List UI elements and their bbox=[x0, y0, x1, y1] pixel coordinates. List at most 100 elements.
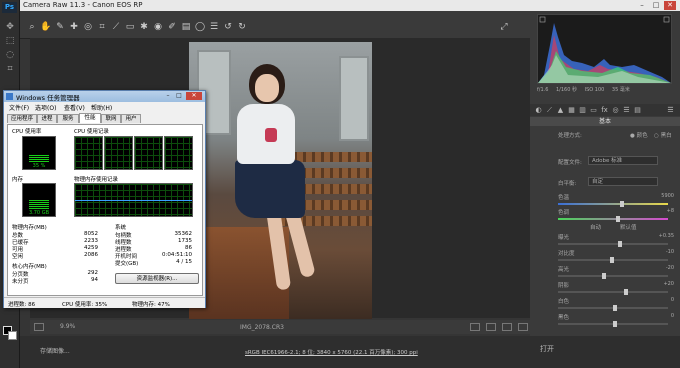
targeted-adjustment-icon[interactable]: ◎ bbox=[82, 22, 94, 32]
slider-value[interactable]: -10 bbox=[650, 249, 674, 256]
tab-services[interactable]: 服务 bbox=[57, 114, 79, 123]
slider-thumb[interactable] bbox=[613, 321, 617, 327]
treatment-bw-option[interactable]: ○ 黑白 bbox=[654, 131, 672, 139]
hand-tool-icon[interactable]: ✋ bbox=[40, 22, 52, 32]
photo-skirt bbox=[235, 160, 305, 218]
preferences-icon[interactable]: ☰ bbox=[208, 22, 220, 32]
minimize-button[interactable]: – bbox=[636, 1, 648, 10]
slider-label: 阴影 bbox=[558, 283, 570, 289]
close-button[interactable]: ✕ bbox=[664, 1, 676, 10]
basic-panel-icon[interactable]: ◐ bbox=[534, 105, 543, 115]
zoom-out-button[interactable] bbox=[34, 323, 44, 331]
rotate-right-icon[interactable]: ↻ bbox=[236, 22, 248, 32]
slider-value[interactable]: +8 bbox=[650, 208, 674, 215]
save-image-button[interactable]: 存储图像... bbox=[40, 346, 78, 356]
white-balance-select[interactable]: 自定 bbox=[588, 177, 658, 186]
temperature-slider[interactable] bbox=[558, 201, 668, 207]
slider-thumb[interactable] bbox=[616, 216, 620, 222]
tone-curve-icon[interactable]: ⟋ bbox=[545, 105, 554, 115]
shadows-slider[interactable] bbox=[558, 289, 668, 295]
menu-view[interactable]: 查看(V) bbox=[64, 103, 85, 112]
crop-icon[interactable]: ⌗ bbox=[4, 64, 16, 74]
highlights-slider[interactable] bbox=[558, 273, 668, 279]
slider-thumb[interactable] bbox=[610, 257, 614, 263]
menu-file[interactable]: 文件(F) bbox=[9, 103, 29, 112]
slider-value[interactable]: 0 bbox=[650, 297, 674, 304]
fullscreen-icon[interactable]: ⤢ bbox=[498, 22, 510, 32]
tab-applications[interactable]: 应用程序 bbox=[7, 114, 37, 123]
tm-minimize-button[interactable]: – bbox=[163, 92, 173, 100]
slider-value[interactable]: +0.35 bbox=[650, 233, 674, 240]
background-color-swatch[interactable] bbox=[8, 331, 17, 340]
slider-thumb[interactable] bbox=[613, 305, 617, 311]
zoom-level[interactable]: 9.9% bbox=[60, 323, 75, 330]
slider-value[interactable]: +20 bbox=[650, 281, 674, 288]
auto-button[interactable]: 自动 bbox=[590, 223, 601, 231]
cpu-usage-meter: 35 % bbox=[22, 136, 56, 170]
slider-thumb[interactable] bbox=[602, 273, 606, 279]
kernel-memory-row-label: 未分页 bbox=[12, 279, 29, 285]
slider-value[interactable]: 5900 bbox=[650, 193, 674, 200]
radial-filter-icon[interactable]: ◯ bbox=[194, 22, 206, 32]
move-icon[interactable]: ✥ bbox=[4, 22, 16, 32]
memory-meter: 3.70 GB bbox=[22, 183, 56, 217]
slider-thumb[interactable] bbox=[624, 289, 628, 295]
tint-slider[interactable] bbox=[558, 216, 668, 222]
profile-select[interactable]: Adobe 标准 bbox=[588, 156, 658, 165]
contrast-slider[interactable] bbox=[558, 257, 668, 263]
before-after-button[interactable] bbox=[470, 323, 480, 331]
system-row-value: 1735 bbox=[178, 238, 192, 244]
slider-value[interactable]: -20 bbox=[650, 265, 674, 272]
tab-processes[interactable]: 进程 bbox=[37, 114, 57, 123]
detail-icon[interactable]: ▲ bbox=[556, 105, 565, 115]
slider-label: 高光 bbox=[558, 267, 570, 273]
white-balance-tool-icon[interactable]: ✎ bbox=[54, 22, 66, 32]
whites-slider[interactable] bbox=[558, 305, 668, 311]
workflow-options-link[interactable]: sRGB IEC61966-2.1; 8 位; 3840 x 5760 (22.… bbox=[245, 348, 418, 356]
lens-corrections-icon[interactable]: ▭ bbox=[589, 105, 598, 115]
tab-networking[interactable]: 联网 bbox=[101, 114, 121, 123]
lasso-icon[interactable]: ◌ bbox=[4, 50, 16, 60]
maximize-button[interactable]: □ bbox=[650, 1, 662, 10]
tab-performance[interactable]: 性能 bbox=[79, 113, 101, 123]
cpu-history-graph bbox=[134, 136, 163, 170]
straighten-tool-icon[interactable]: ⟋ bbox=[110, 22, 122, 32]
cpu-history-graph bbox=[74, 136, 103, 170]
tm-close-button[interactable]: ✕ bbox=[186, 92, 202, 100]
menu-help[interactable]: 帮助(H) bbox=[91, 103, 112, 112]
toggle-defaults-button[interactable] bbox=[518, 323, 528, 331]
graduated-filter-icon[interactable]: ▤ bbox=[180, 22, 192, 32]
zoom-tool-icon[interactable]: ⌕ bbox=[26, 22, 38, 32]
swap-button[interactable] bbox=[486, 323, 496, 331]
slider-value[interactable]: 0 bbox=[650, 313, 674, 320]
crop-tool-icon[interactable]: ⌗ bbox=[96, 22, 108, 32]
menu-options[interactable]: 选项(O) bbox=[35, 103, 56, 112]
blacks-slider[interactable] bbox=[558, 321, 668, 327]
tm-maximize-button[interactable]: □ bbox=[174, 92, 184, 100]
panel-menu-icon[interactable]: ☰ bbox=[666, 105, 675, 115]
presets-icon[interactable]: ☰ bbox=[622, 105, 631, 115]
exposure-slider[interactable] bbox=[558, 241, 668, 247]
calibration-icon[interactable]: ◎ bbox=[611, 105, 620, 115]
rotate-left-icon[interactable]: ↺ bbox=[222, 22, 234, 32]
memory-history-label: 物理内存使用记录 bbox=[74, 177, 119, 183]
physical-memory-row-value: 8052 bbox=[84, 231, 98, 237]
tab-users[interactable]: 用户 bbox=[121, 114, 141, 123]
red-eye-icon[interactable]: ◉ bbox=[152, 22, 164, 32]
adjustment-brush-icon[interactable]: ✐ bbox=[166, 22, 178, 32]
resource-monitor-button[interactable]: 资源监视器(R)... bbox=[115, 273, 199, 284]
effects-icon[interactable]: fx bbox=[600, 105, 609, 115]
transform-tool-icon[interactable]: ▭ bbox=[124, 22, 136, 32]
split-toning-icon[interactable]: ▥ bbox=[578, 105, 587, 115]
spot-removal-icon[interactable]: ✱ bbox=[138, 22, 150, 32]
treatment-color-option[interactable]: ● 颜色 bbox=[630, 131, 648, 139]
default-button[interactable]: 默认值 bbox=[620, 223, 637, 231]
hsl-icon[interactable]: ▦ bbox=[567, 105, 576, 115]
copy-settings-button[interactable] bbox=[502, 323, 512, 331]
open-image-button[interactable]: 打开 bbox=[540, 344, 560, 356]
marquee-icon[interactable]: ⬚ bbox=[4, 36, 16, 46]
slider-thumb[interactable] bbox=[620, 201, 624, 207]
slider-thumb[interactable] bbox=[618, 241, 622, 247]
color-sampler-icon[interactable]: ✚ bbox=[68, 22, 80, 32]
snapshots-icon[interactable]: ▤ bbox=[633, 105, 642, 115]
